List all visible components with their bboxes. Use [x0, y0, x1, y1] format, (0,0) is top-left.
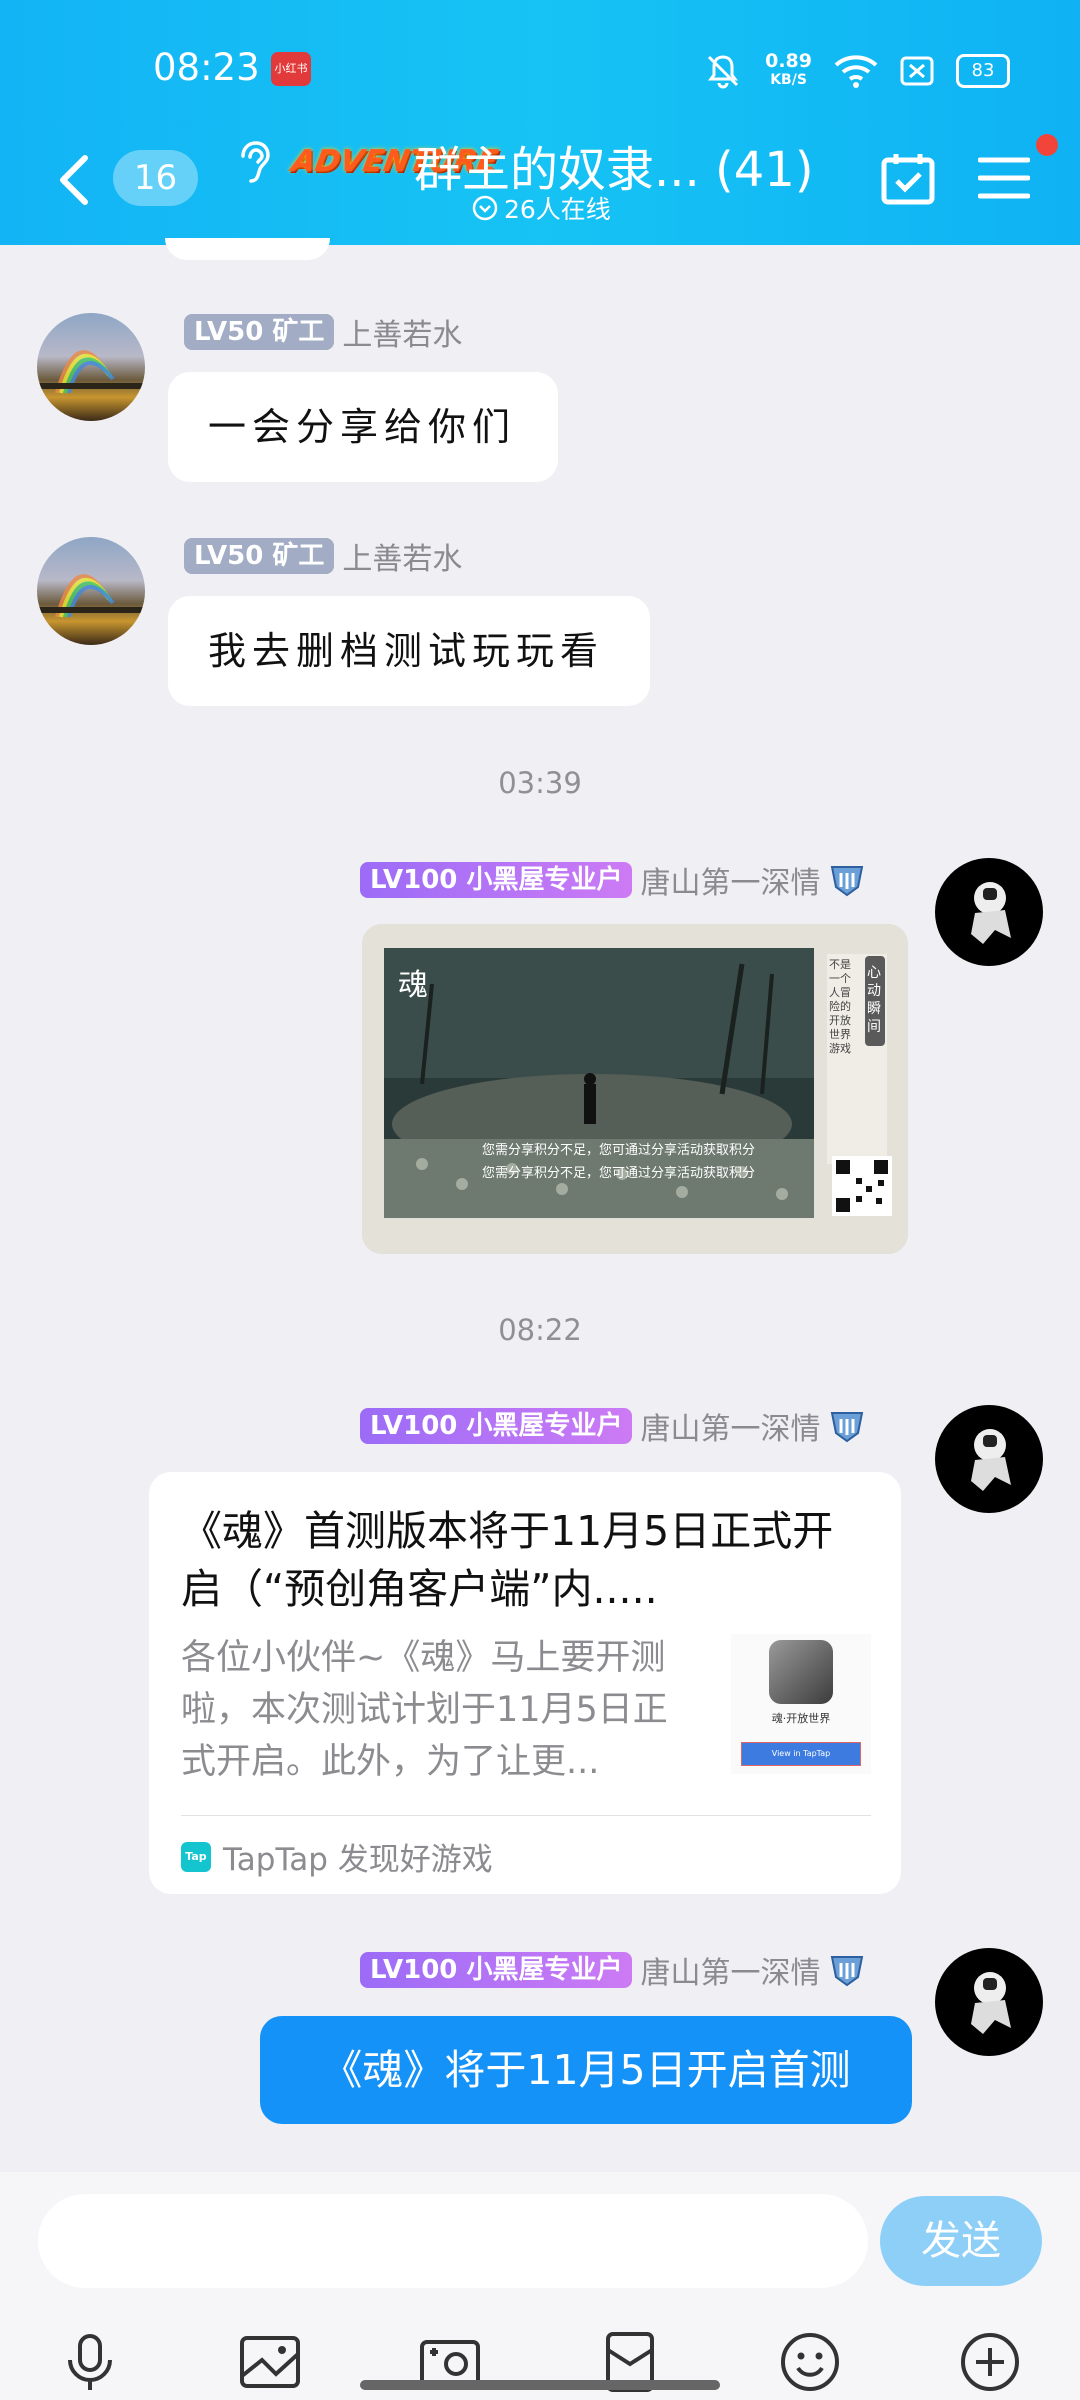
- view-in-taptap-button: View in TapTap: [741, 1742, 861, 1766]
- link-card-source-label: TapTap 发现好游戏: [223, 1842, 493, 1878]
- previous-message-bubble[interactable]: [165, 238, 330, 260]
- side-text: 不是一个人冒险的开放世界游戏: [829, 958, 851, 1055]
- link-card-title: 《魂》首测版本将于11月5日正式开启（“预创角客户端”内.....: [181, 1507, 834, 1613]
- avatar[interactable]: [935, 1948, 1043, 2056]
- link-card-source: Tap TapTap 发现好游戏: [181, 1834, 493, 1879]
- plus-icon[interactable]: [958, 2330, 1022, 2394]
- network-speed: 0.89 KB/S: [765, 50, 812, 89]
- microphone-icon[interactable]: [58, 2330, 122, 2394]
- sender-name[interactable]: 唐山第一深情: [640, 1948, 820, 1992]
- title-bar: 16 ADVENTURE 群主的奴隶... (41) 26人在线: [0, 130, 1080, 230]
- status-time: 08:23: [153, 46, 260, 89]
- image-message[interactable]: 魂 心动瞬间 不是一个人冒险的开放世界游戏 您需分享积分不足，您可通过分享活动获…: [362, 924, 908, 1254]
- sender-info: LV100 小黑屋专业户 唐山第一深情: [360, 858, 866, 902]
- link-card-description: 各位小伙伴~《魂》马上要开测啦，本次测试计划于11月5日正式开启。此外，为了让更…: [181, 1638, 668, 1782]
- message-text: 一会分享给你们: [208, 405, 517, 449]
- sender-info: LV50 矿工 上善若水: [184, 310, 462, 354]
- rainbow-landscape-icon: [37, 350, 145, 394]
- vip-badge-icon: [831, 1412, 864, 1443]
- level-tag: LV100 小黑屋专业户: [360, 862, 633, 898]
- message-bubble[interactable]: 我去删档测试玩玩看: [168, 596, 650, 706]
- avatar[interactable]: [37, 537, 145, 645]
- level-tag: LV100 小黑屋专业户: [360, 1408, 633, 1444]
- sender-info: LV100 小黑屋专业户 唐山第一深情: [360, 1404, 866, 1448]
- status-bar: 08:23 小红书 0.89 KB/S 83: [0, 40, 1080, 100]
- sim-off-icon: [900, 56, 934, 86]
- divider: [181, 1815, 871, 1816]
- image-caption-line: 您需分享积分不足，您可通过分享活动获取积分: [482, 1143, 756, 1158]
- sender-name[interactable]: 上善若水: [342, 310, 462, 354]
- message-bubble[interactable]: 《魂》将于11月5日开启首测: [260, 2016, 912, 2124]
- vip-badge-icon: [831, 1956, 864, 1987]
- vip-badge-icon: [831, 866, 864, 897]
- notification-dot: [1036, 134, 1058, 156]
- game-screenshot-image: [362, 924, 908, 1254]
- ear-icon[interactable]: [233, 138, 273, 188]
- sender-name[interactable]: 上善若水: [342, 534, 462, 578]
- image-icon[interactable]: [238, 2330, 302, 2394]
- game-app-icon: [769, 1640, 833, 1704]
- sender-name[interactable]: 唐山第一深情: [640, 1404, 820, 1448]
- app-notification-icon: 小红书: [271, 52, 311, 86]
- send-button[interactable]: 发送: [880, 2196, 1042, 2286]
- level-tag: LV50 矿工: [184, 314, 335, 350]
- battery-icon: 83: [956, 54, 1010, 88]
- online-status[interactable]: 26人在线: [472, 190, 611, 226]
- home-indicator[interactable]: [360, 2380, 720, 2390]
- message-text: 我去删档测试玩玩看: [208, 629, 605, 673]
- sender-info: LV100 小黑屋专业户 唐山第一深情: [360, 1948, 866, 1992]
- message-bubble[interactable]: 一会分享给你们: [168, 372, 558, 482]
- input-area: 发送: [0, 2172, 1080, 2400]
- astronaut-icon: [971, 882, 1011, 944]
- sender-info: LV50 矿工 上善若水: [184, 534, 462, 578]
- unread-count-badge[interactable]: 16: [113, 150, 198, 206]
- time-divider: 08:22: [498, 1313, 582, 1347]
- time-divider: 03:39: [498, 766, 582, 800]
- game-logo-text: 魂: [398, 968, 428, 1003]
- sender-name[interactable]: 唐山第一深情: [640, 858, 820, 902]
- rainbow-landscape-icon: [37, 574, 145, 618]
- message-input[interactable]: [38, 2194, 868, 2288]
- astronaut-icon: [971, 1972, 1011, 2034]
- astronaut-icon: [971, 1429, 1011, 1491]
- calendar-check-icon[interactable]: [880, 150, 936, 206]
- avatar[interactable]: [935, 858, 1043, 966]
- chevron-down-circle-icon: [472, 195, 498, 221]
- level-tag: LV100 小黑屋专业户: [360, 1952, 633, 1988]
- thumb-title: 魂·开放世界: [771, 1712, 831, 1725]
- side-title-text: 心动瞬间: [867, 965, 881, 1035]
- taptap-logo-icon: Tap: [181, 1841, 211, 1872]
- wifi-icon: [834, 55, 878, 88]
- status-icons: 0.89 KB/S 83: [703, 46, 1010, 96]
- mute-bell-icon: [708, 55, 739, 89]
- menu-icon[interactable]: [978, 154, 1030, 202]
- chat-header: 08:23 小红书 0.89 KB/S 83 16 ADVENTURE 群主的奴…: [0, 0, 1080, 245]
- image-caption-line: 您需分享积分不足，您可通过分享活动获取积分: [482, 1166, 756, 1181]
- link-card-thumbnail: 魂·开放世界 View in TapTap: [731, 1634, 871, 1774]
- avatar[interactable]: [935, 1405, 1043, 1513]
- online-count: 26人在线: [504, 195, 611, 224]
- group-logo: ADVENTURE: [289, 144, 501, 179]
- avatar[interactable]: [37, 313, 145, 421]
- back-arrow-icon[interactable]: [55, 152, 95, 208]
- level-tag: LV50 矿工: [184, 538, 335, 574]
- emoji-icon[interactable]: [778, 2330, 842, 2394]
- link-card[interactable]: 《魂》首测版本将于11月5日正式开启（“预创角客户端”内..... 各位小伙伴~…: [149, 1472, 901, 1894]
